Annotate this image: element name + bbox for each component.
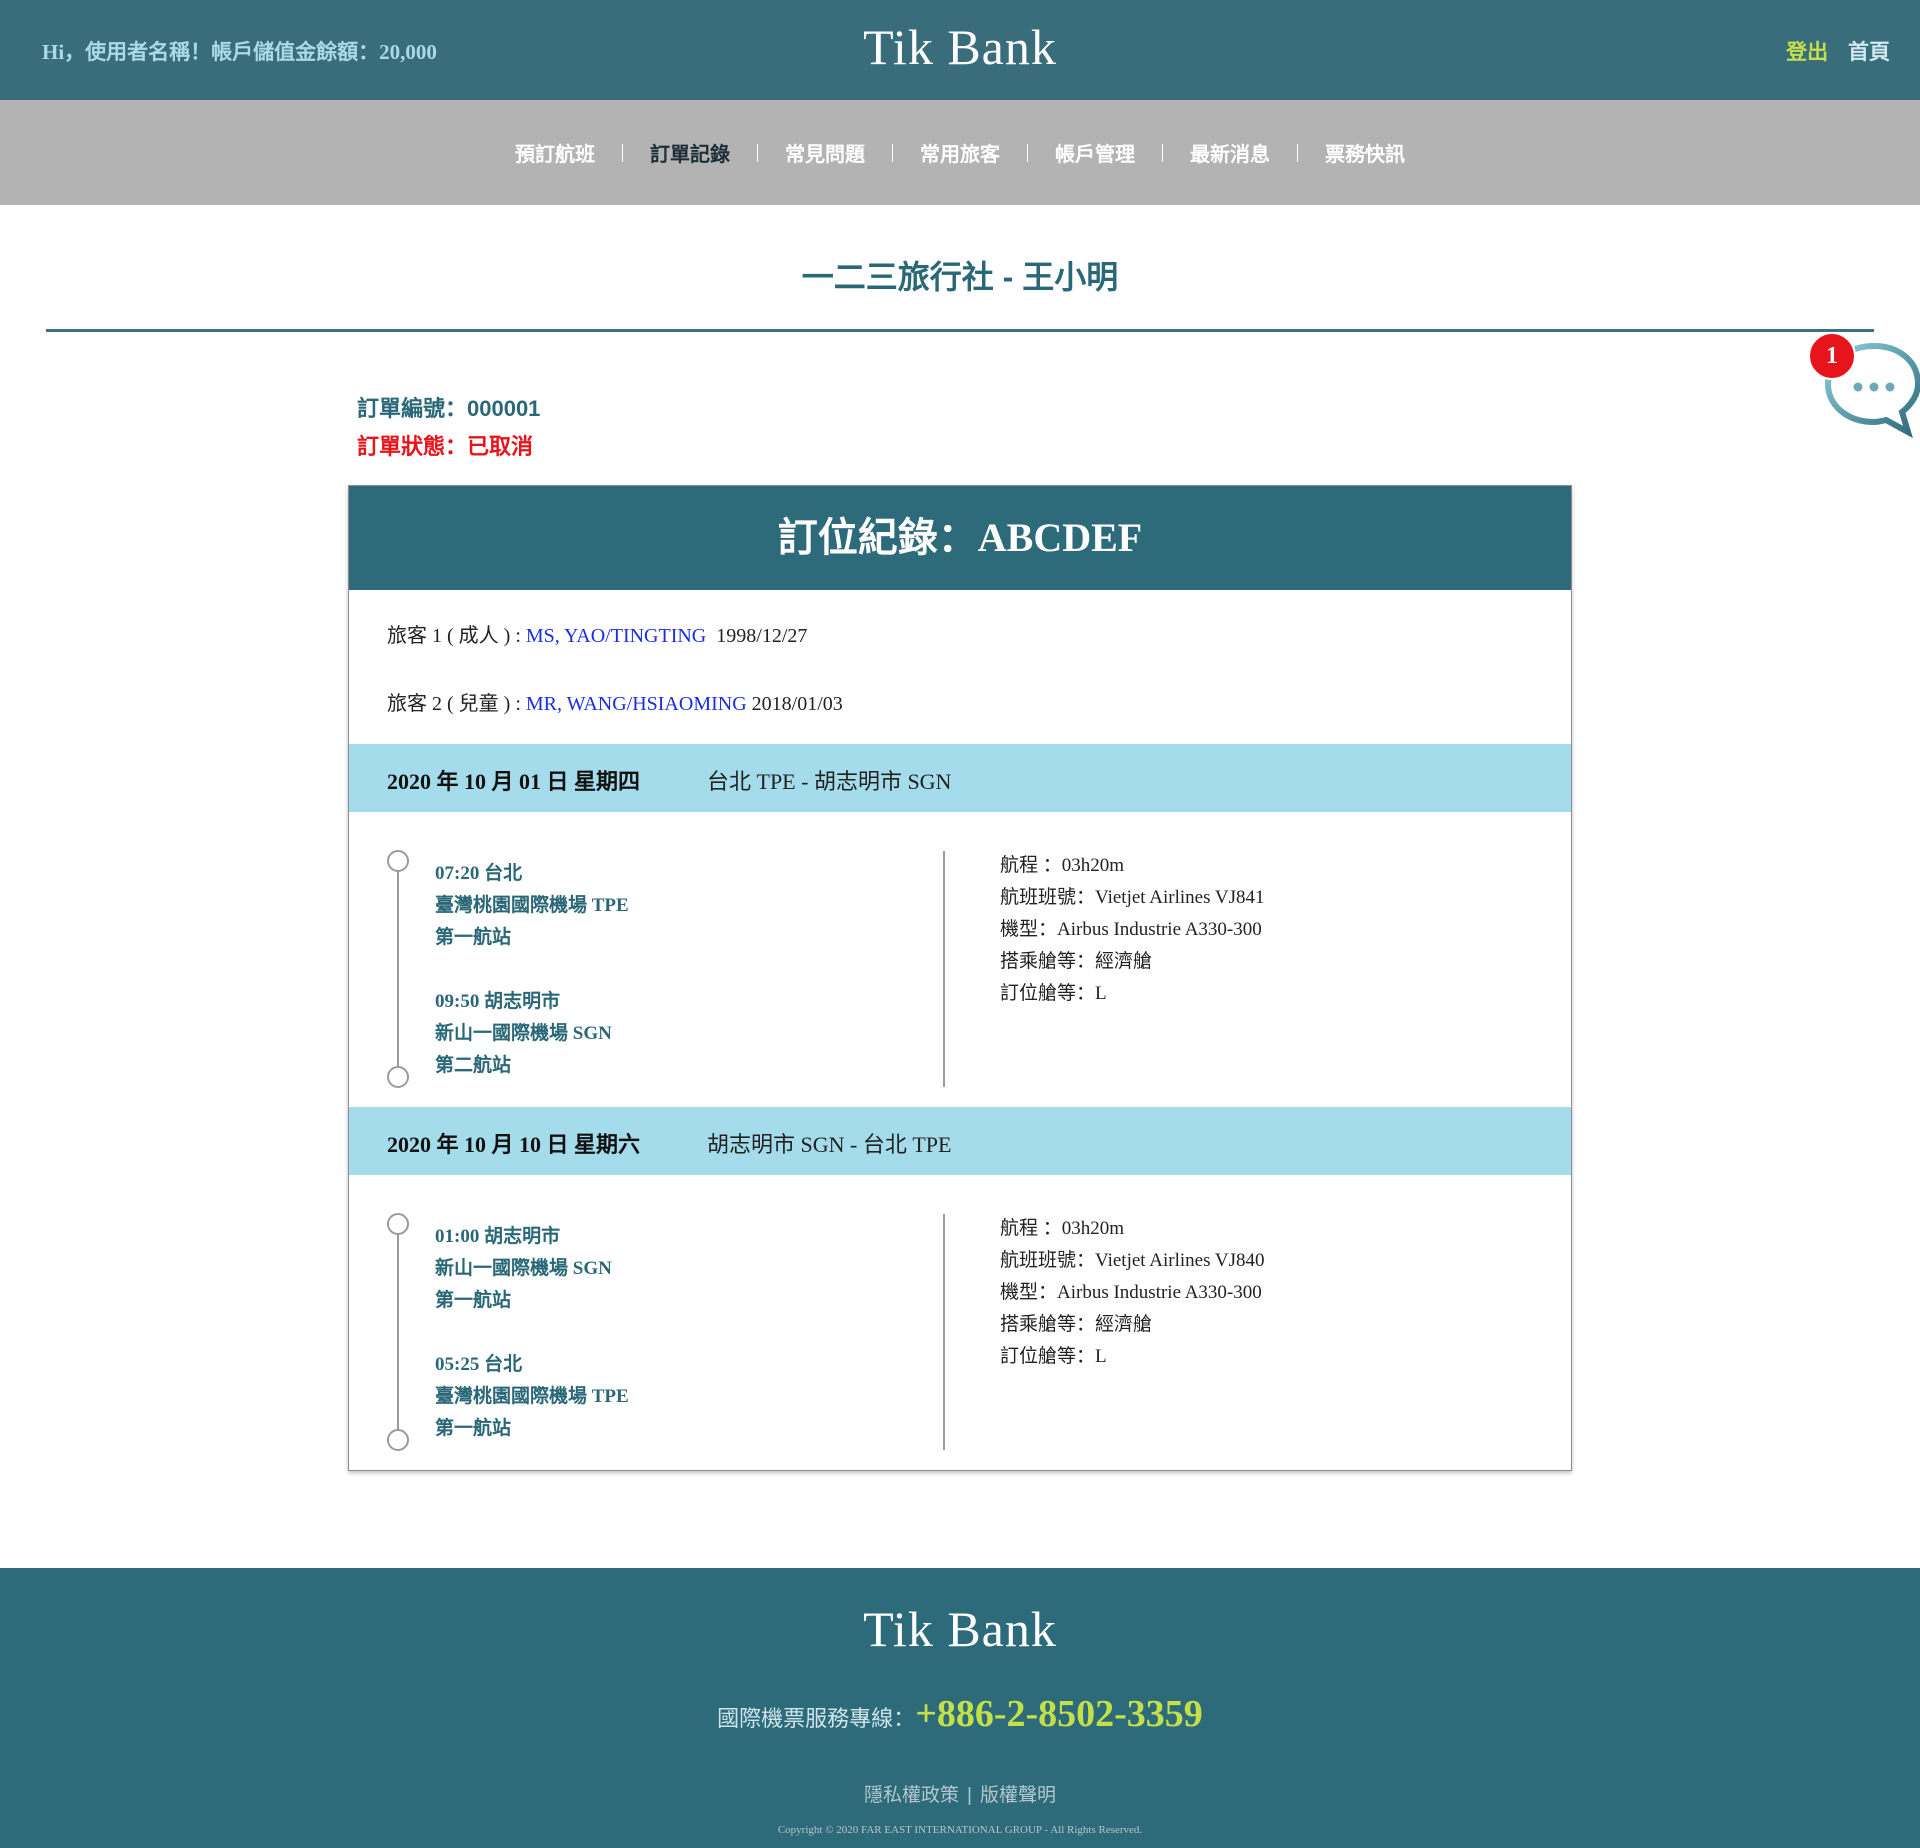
departure-airport: 臺灣桃園國際機場 TPE [435, 895, 629, 916]
segment-header: 2020 年 10 月 01 日 星期四 台北 TPE - 胡志明市 SGN [349, 744, 1571, 812]
passenger-name: MS, YAO/TINGTING [525, 625, 707, 647]
hotline-number[interactable]: +886-2-8502-3359 [915, 1693, 1203, 1735]
segment-divider [943, 1214, 945, 1450]
passenger-label: 旅客 2 ( 兒童 ) : [387, 693, 526, 715]
booking-class: 訂位艙等：L [1000, 1346, 1107, 1367]
flight-timeline [387, 850, 409, 1088]
booking-record-title: 訂位紀錄：ABCDEF [349, 486, 1571, 590]
main-nav: 預訂航班 訂單記錄 常見問題 常用旅客 帳戶管理 最新消息 票務快訊 [0, 100, 1920, 205]
nav-item-faq[interactable]: 常見問題 [758, 138, 892, 167]
departure-stop: 01:00 胡志明市 新山一國際機場 SGN 第一航站 [435, 1221, 612, 1317]
segment-route: 台北 TPE - 胡志明市 SGN [707, 769, 952, 794]
arrival-stop: 05:25 台北 臺灣桃園國際機場 TPE 第一航站 [435, 1349, 629, 1445]
site-logo[interactable]: Tik Bank [0, 18, 1920, 76]
nav-item-book-flight[interactable]: 預訂航班 [488, 138, 622, 167]
nav-item-ticket-alerts[interactable]: 票務快訊 [1298, 138, 1432, 167]
passenger-row: 旅客 2 ( 兒童 ) : MR, WANG/HSIAOMING 2018/01… [387, 687, 843, 716]
flight-timeline [387, 1213, 409, 1451]
nav-item-account[interactable]: 帳戶管理 [1028, 138, 1162, 167]
passenger-name: MR, WANG/HSIAOMING [525, 693, 747, 715]
title-divider [46, 329, 1874, 332]
segment-route: 胡志明市 SGN - 台北 TPE [707, 1132, 952, 1157]
arrival-time-city: 09:50 胡志明市 [435, 991, 561, 1012]
arrival-airport: 臺灣桃園國際機場 TPE [435, 1386, 629, 1407]
departure-terminal: 第一航站 [435, 927, 512, 948]
logout-link[interactable]: 登出 [1786, 41, 1828, 64]
departure-stop: 07:20 台北 臺灣桃園國際機場 TPE 第一航站 [435, 858, 629, 954]
arrival-airport: 新山一國際機場 SGN [435, 1023, 612, 1044]
arrival-terminal: 第一航站 [435, 1418, 512, 1439]
arrival-dot-icon [387, 1066, 409, 1088]
footer-link-separator: | [967, 1785, 972, 1806]
segment-date: 2020 年 10 月 10 日 星期六 [387, 1132, 641, 1157]
departure-dot-icon [387, 850, 409, 872]
flight-details: 航程 ：03h20m 航班班號：Vietjet Airlines VJ841 機… [1000, 850, 1265, 1010]
segment-header: 2020 年 10 月 10 日 星期六 胡志明市 SGN - 台北 TPE [349, 1107, 1571, 1175]
copyright-text: Copyright © 2020 FAR EAST INTERNATIONAL … [777, 1824, 1143, 1836]
nav-list: 預訂航班 訂單記錄 常見問題 常用旅客 帳戶管理 最新消息 票務快訊 [0, 138, 1920, 167]
segment-divider [943, 851, 945, 1087]
nav-item-frequent-travelers[interactable]: 常用旅客 [893, 138, 1027, 167]
service-hotline: 國際機票服務專線：+886-2-8502-3359 [0, 1692, 1920, 1736]
cabin-class: 搭乘艙等：經濟艙 [1000, 1314, 1153, 1335]
cabin-class: 搭乘艙等：經濟艙 [1000, 951, 1153, 972]
flight-number: 航班班號：Vietjet Airlines VJ841 [1000, 887, 1265, 908]
arrival-terminal: 第二航站 [435, 1055, 512, 1076]
departure-terminal: 第一航站 [435, 1290, 512, 1311]
segment-date: 2020 年 10 月 01 日 星期四 [387, 769, 641, 794]
home-link[interactable]: 首頁 [1848, 41, 1890, 64]
aircraft-type: 機型：Airbus Industrie A330-300 [1000, 1282, 1262, 1303]
nav-item-news[interactable]: 最新消息 [1163, 138, 1297, 167]
aircraft-type: 機型：Airbus Industrie A330-300 [1000, 919, 1262, 940]
booking-record-card: 訂位紀錄：ABCDEF 旅客 1 ( 成人 ) : MS, YAO/TINGTI… [348, 485, 1572, 1471]
order-info: 訂單編號：000001 訂單狀態：已取消 [357, 390, 540, 466]
departure-dot-icon [387, 1213, 409, 1235]
chat-widget[interactable]: 1 [1808, 332, 1920, 444]
header-links: 登出 首頁 [1786, 36, 1890, 66]
nav-item-order-records[interactable]: 訂單記錄 [623, 138, 757, 167]
copyright-statement-link[interactable]: 版權聲明 [980, 1785, 1056, 1806]
passenger-dob: 1998/12/27 [706, 625, 808, 647]
arrival-stop: 09:50 胡志明市 新山一國際機場 SGN 第二航站 [435, 986, 612, 1082]
booking-class: 訂位艙等：L [1000, 983, 1107, 1004]
flight-number: 航班班號：Vietjet Airlines VJ840 [1000, 1250, 1265, 1271]
timeline-line [397, 870, 399, 1068]
departure-time-city: 01:00 胡志明市 [435, 1226, 561, 1247]
departure-airport: 新山一國際機場 SGN [435, 1258, 612, 1279]
footer-links: 隱私權政策 | 版權聲明 [0, 1780, 1920, 1807]
arrival-dot-icon [387, 1429, 409, 1451]
hotline-label: 國際機票服務專線： [717, 1706, 916, 1731]
arrival-time-city: 05:25 台北 [435, 1354, 523, 1375]
privacy-policy-link[interactable]: 隱私權政策 [864, 1785, 959, 1806]
site-footer: Tik Bank 國際機票服務專線：+886-2-8502-3359 隱私權政策… [0, 1568, 1920, 1848]
passenger-dob: 2018/01/03 [746, 693, 843, 715]
flight-details: 航程 ：03h20m 航班班號：Vietjet Airlines VJ840 機… [1000, 1213, 1265, 1373]
flight-duration: 航程 ：03h20m [1000, 855, 1125, 876]
page-title: 一二三旅行社 - 王小明 [801, 259, 1119, 295]
passenger-label: 旅客 1 ( 成人 ) : [387, 625, 526, 647]
chat-notification-badge: 1 [1808, 332, 1856, 380]
passenger-row: 旅客 1 ( 成人 ) : MS, YAO/TINGTING 1998/12/2… [387, 619, 807, 648]
top-header: Hi，使用者名稱！帳戶儲值金餘額：20,000 Tik Bank 登出 首頁 [0, 0, 1920, 100]
flight-duration: 航程 ：03h20m [1000, 1218, 1125, 1239]
order-status: 訂單狀態：已取消 [357, 434, 534, 459]
timeline-line [397, 1233, 399, 1431]
order-number: 訂單編號：000001 [357, 396, 541, 421]
footer-logo[interactable]: Tik Bank [0, 1600, 1920, 1658]
departure-time-city: 07:20 台北 [435, 863, 523, 884]
